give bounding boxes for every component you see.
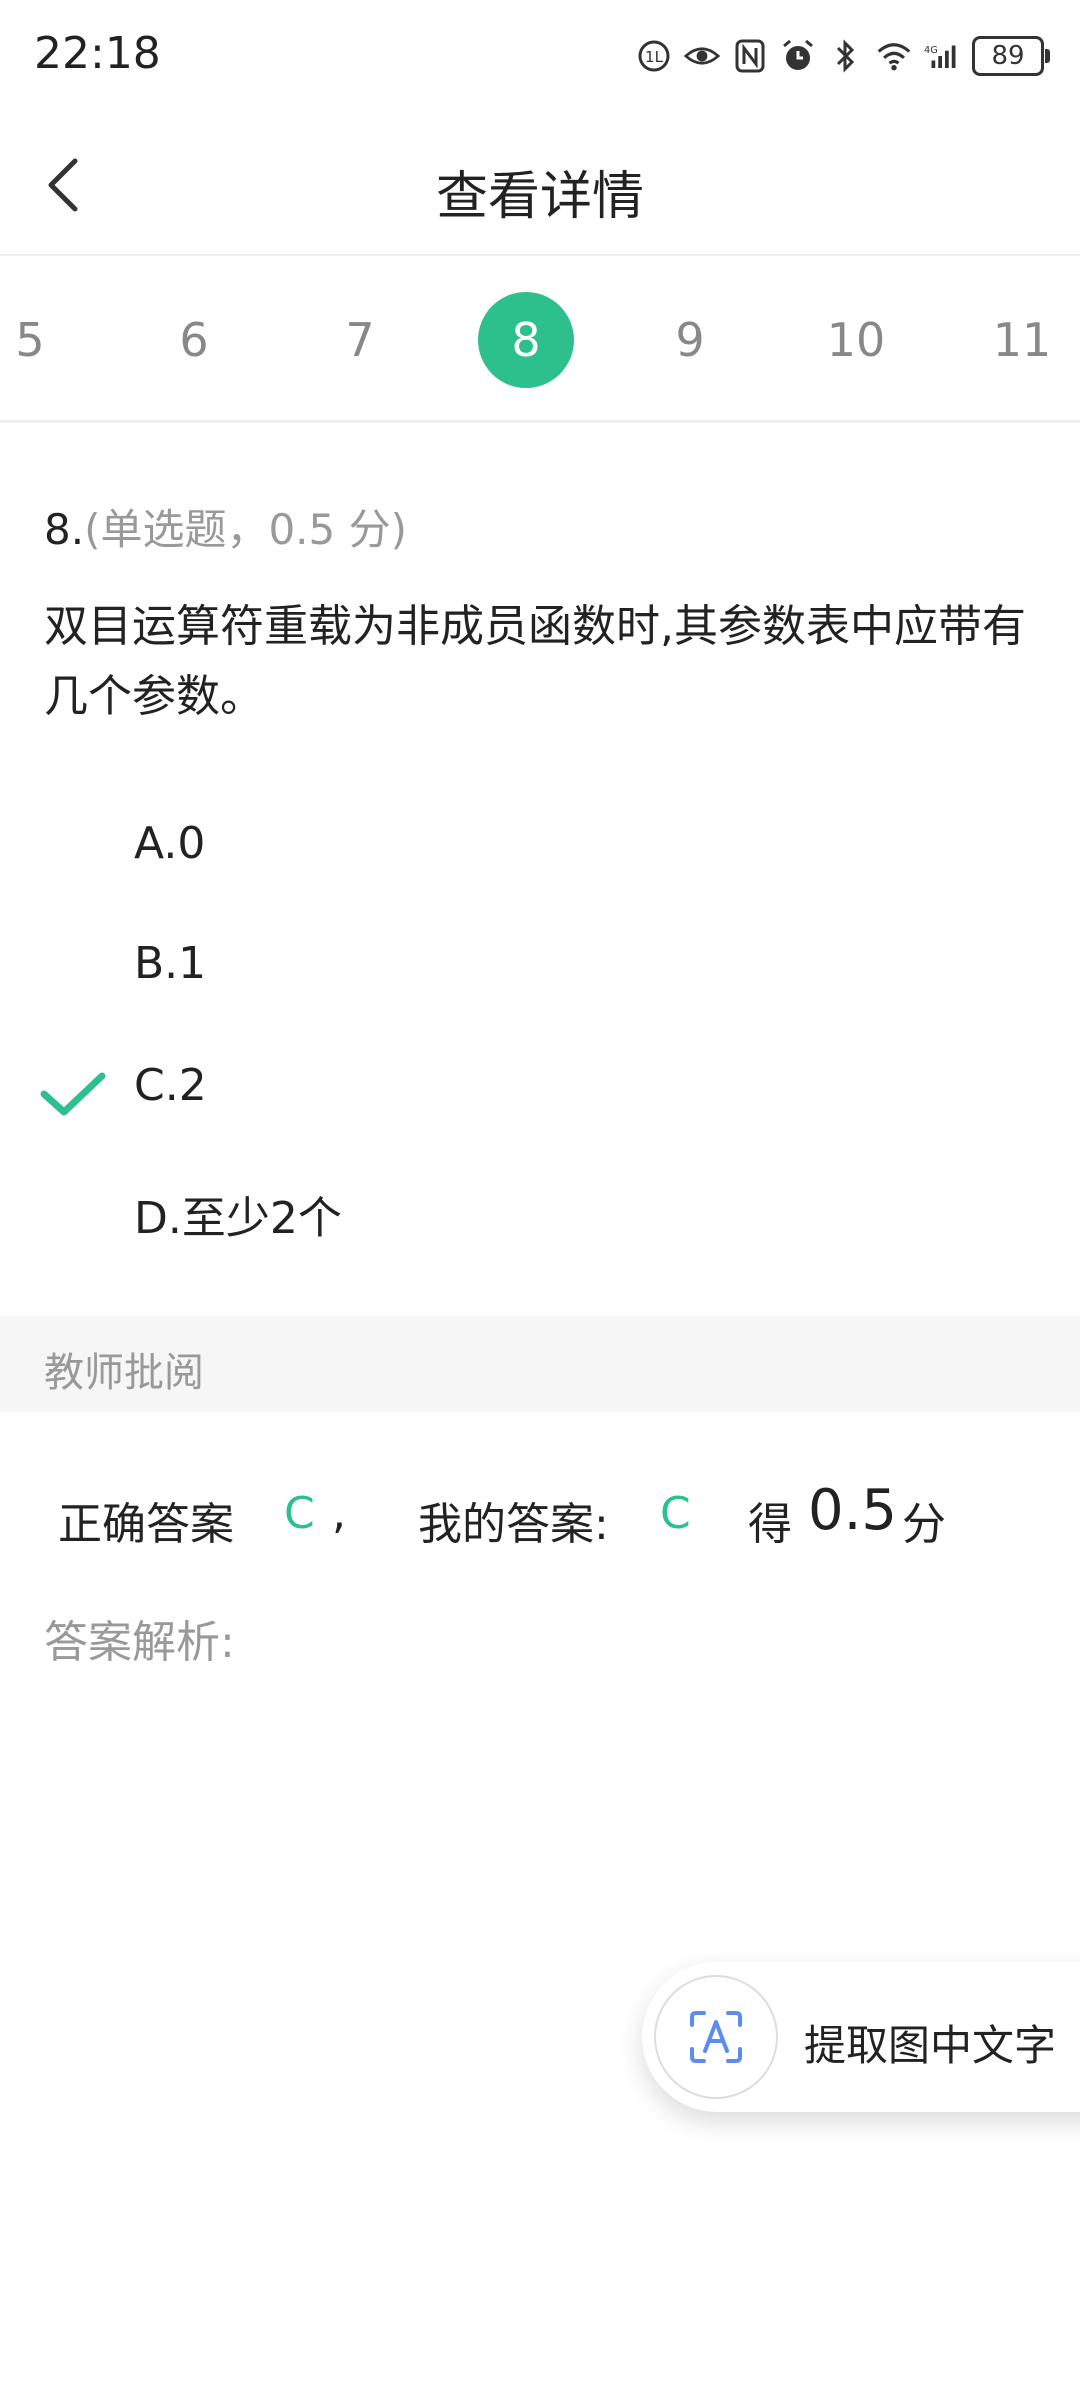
answer-separator: ,: [332, 1488, 346, 1539]
screen: 22:18 1L 4G 89 查看详情 5 6 7 8 9 10 11 8.(单…: [0, 0, 1080, 2400]
score-prefix: 得: [748, 1499, 792, 1550]
question-number-5[interactable]: 5: [0, 292, 78, 388]
eye-icon: [684, 38, 720, 74]
score-suffix: 分: [902, 1499, 946, 1550]
page-title: 查看详情: [435, 167, 644, 227]
option-label: B.1: [134, 938, 207, 989]
question-number-8-active[interactable]: 8: [478, 292, 574, 388]
question-number-11[interactable]: 11: [974, 292, 1070, 388]
svg-text:1L: 1L: [645, 48, 664, 66]
bluetooth-icon: [828, 38, 864, 74]
option-d[interactable]: D.至少2个: [0, 1160, 1080, 1260]
option-c[interactable]: C.2: [0, 1038, 1080, 1138]
text-scan-icon: [654, 1975, 778, 2099]
battery-indicator: 89: [972, 36, 1050, 76]
teacher-review-label: 教师批阅: [44, 1350, 204, 1396]
option-a[interactable]: A.0: [0, 796, 1080, 896]
extract-text-button[interactable]: 提取图中文字: [642, 1962, 1080, 2112]
wifi-icon: [876, 38, 912, 74]
correct-answer-label: 正确答案: [58, 1499, 234, 1550]
my-answer-value: C: [660, 1488, 691, 1539]
hd-call-icon: 1L: [636, 38, 672, 74]
score-value: 0.5: [808, 1478, 898, 1543]
signal-4g-icon: 4G: [924, 38, 960, 74]
question-number-strip[interactable]: 5 6 7 8 9 10 11: [0, 256, 1080, 423]
question-number-7[interactable]: 7: [312, 292, 408, 388]
option-label: A.0: [134, 818, 206, 869]
my-answer-label: 我的答案:: [418, 1499, 609, 1550]
answer-analysis-label: 答案解析:: [44, 1617, 235, 1668]
answer-row: 正确答案 C , 我的答案: C 得 0.5 分: [0, 1478, 1080, 1558]
teacher-review-section: 教师批阅: [0, 1316, 1080, 1412]
option-label: C.2: [134, 1060, 207, 1111]
checkmark-icon: [40, 1072, 106, 1116]
svg-text:4G: 4G: [924, 45, 938, 56]
question-number: 8.: [44, 505, 85, 554]
extract-text-label: 提取图中文字: [804, 2021, 1057, 2070]
status-icons: 1L 4G 89: [636, 34, 1050, 78]
header: 查看详情: [0, 116, 1080, 256]
question-header: 8.(单选题，0.5 分): [44, 496, 407, 557]
question-number-6[interactable]: 6: [146, 292, 242, 388]
status-bar: 22:18 1L 4G 89: [0, 0, 1080, 116]
status-time: 22:18: [34, 28, 161, 79]
option-b[interactable]: B.1: [0, 916, 1080, 1016]
correct-answer-value: C: [284, 1488, 315, 1539]
alarm-icon: [780, 38, 816, 74]
question-number-10[interactable]: 10: [808, 292, 904, 388]
question-meta: (单选题，0.5 分): [84, 505, 407, 554]
question-text: 双目运算符重载为非成员函数时,其参数表中应带有几个参数。: [44, 601, 1026, 722]
question-number-9[interactable]: 9: [642, 292, 738, 388]
nfc-icon: [732, 38, 768, 74]
option-label: D.至少2个: [134, 1193, 342, 1244]
